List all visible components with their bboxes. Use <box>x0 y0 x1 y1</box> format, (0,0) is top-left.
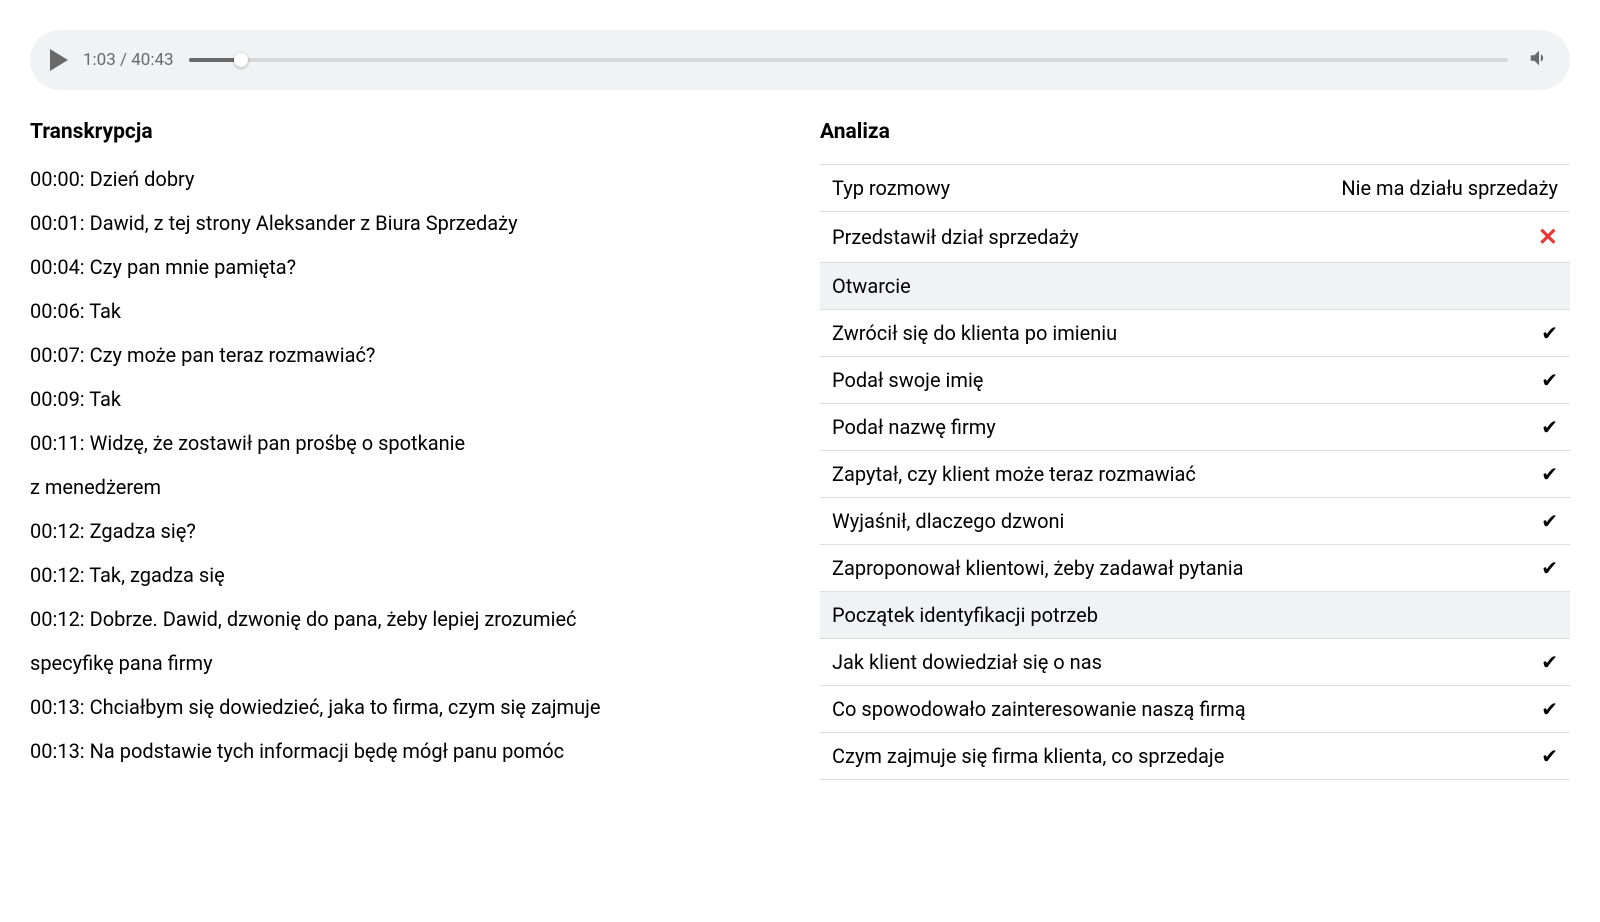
analysis-table: Typ rozmowyNie ma działu sprzedażyPrzeds… <box>820 164 1570 780</box>
check-icon: ✔ <box>1541 321 1558 345</box>
transcript-title: Transkrypcja <box>30 120 780 144</box>
transcript-line: 00:13: Chciałbym się dowiedzieć, jaka to… <box>30 692 780 722</box>
transcript-line: 00:13: Na podstawie tych informacji będę… <box>30 736 780 766</box>
analysis-row: Podał nazwę firmy✔ <box>820 404 1570 451</box>
transcript-line: specyfikę pana firmy <box>30 648 780 678</box>
analysis-label: Przedstawił dział sprzedaży <box>832 225 1538 249</box>
analysis-row: Typ rozmowyNie ma działu sprzedaży <box>820 165 1570 212</box>
check-icon: ✔ <box>1541 509 1558 533</box>
transcript-line: 00:09: Tak <box>30 384 780 414</box>
analysis-label: Co spowodowało zainteresowanie naszą fir… <box>832 697 1541 721</box>
analysis-row: Zapytał, czy klient może teraz rozmawiać… <box>820 451 1570 498</box>
current-time: 1:03 <box>83 50 116 70</box>
content: Transkrypcja 00:00: Dzień dobry 00:01: Da… <box>30 120 1570 780</box>
progress-thumb[interactable] <box>234 53 248 67</box>
analysis-label: Typ rozmowy <box>832 176 1341 200</box>
analysis-row: Przedstawił dział sprzedaży✕ <box>820 212 1570 263</box>
analysis-row: Zwrócił się do klienta po imieniu✔ <box>820 310 1570 357</box>
check-icon: ✔ <box>1541 650 1558 674</box>
analysis-title: Analiza <box>820 120 1570 144</box>
play-button[interactable] <box>50 49 68 71</box>
progress-bar[interactable] <box>189 50 1508 70</box>
transcript-column: Transkrypcja 00:00: Dzień dobry 00:01: Da… <box>30 120 780 780</box>
transcript-body: 00:00: Dzień dobry 00:01: Dawid, z tej st… <box>30 164 780 766</box>
analysis-row: Jak klient dowiedział się o nas✔ <box>820 639 1570 686</box>
analysis-label: Podał swoje imię <box>832 368 1541 392</box>
check-icon: ✔ <box>1541 556 1558 580</box>
time-display: 1:03 / 40:43 <box>83 50 174 70</box>
check-icon: ✔ <box>1541 462 1558 486</box>
analysis-label: Otwarcie <box>832 274 1558 298</box>
analysis-label: Zaproponował klientowi, żeby zadawał pyt… <box>832 556 1541 580</box>
transcript-line: 00:04: Czy pan mnie pamięta? <box>30 252 780 282</box>
analysis-row: Podał swoje imię✔ <box>820 357 1570 404</box>
total-time: 40:43 <box>131 50 173 70</box>
analysis-label: Czym zajmuje się firma klienta, co sprze… <box>832 744 1541 768</box>
analysis-row: Zaproponował klientowi, żeby zadawał pyt… <box>820 545 1570 592</box>
transcript-line: 00:00: Dzień dobry <box>30 164 780 194</box>
transcript-line: 00:06: Tak <box>30 296 780 326</box>
cross-icon: ✕ <box>1538 223 1558 251</box>
audio-player: 1:03 / 40:43 <box>30 30 1570 90</box>
analysis-label: Podał nazwę firmy <box>832 415 1541 439</box>
analysis-label: Zwrócił się do klienta po imieniu <box>832 321 1541 345</box>
check-icon: ✔ <box>1541 697 1558 721</box>
analysis-column: Analiza Typ rozmowyNie ma działu sprzeda… <box>820 120 1570 780</box>
transcript-line: 00:07: Czy może pan teraz rozmawiać? <box>30 340 780 370</box>
transcript-line: 00:12: Zgadza się? <box>30 516 780 546</box>
analysis-row: Czym zajmuje się firma klienta, co sprze… <box>820 733 1570 780</box>
check-icon: ✔ <box>1541 368 1558 392</box>
transcript-line: 00:11: Widzę, że zostawił pan prośbę o s… <box>30 428 780 458</box>
analysis-label: Jak klient dowiedział się o nas <box>832 650 1541 674</box>
progress-track <box>189 58 1508 62</box>
transcript-line: 00:01: Dawid, z tej strony Aleksander z … <box>30 208 780 238</box>
analysis-section-header: Otwarcie <box>820 263 1570 310</box>
analysis-label: Wyjaśnił, dlaczego dzwoni <box>832 509 1541 533</box>
transcript-line: 00:12: Tak, zgadza się <box>30 560 780 590</box>
analysis-section-header: Początek identyfikacji potrzeb <box>820 592 1570 639</box>
analysis-row: Co spowodowało zainteresowanie naszą fir… <box>820 686 1570 733</box>
transcript-line: 00:12: Dobrze. Dawid, dzwonię do pana, ż… <box>30 604 780 634</box>
analysis-value-text: Nie ma działu sprzedaży <box>1341 176 1558 200</box>
analysis-row: Wyjaśnił, dlaczego dzwoni✔ <box>820 498 1570 545</box>
transcript-line: z menedżerem <box>30 472 780 502</box>
volume-icon[interactable] <box>1528 47 1550 74</box>
analysis-label: Zapytał, czy klient może teraz rozmawiać <box>832 462 1541 486</box>
check-icon: ✔ <box>1541 415 1558 439</box>
analysis-label: Początek identyfikacji potrzeb <box>832 603 1558 627</box>
check-icon: ✔ <box>1541 744 1558 768</box>
